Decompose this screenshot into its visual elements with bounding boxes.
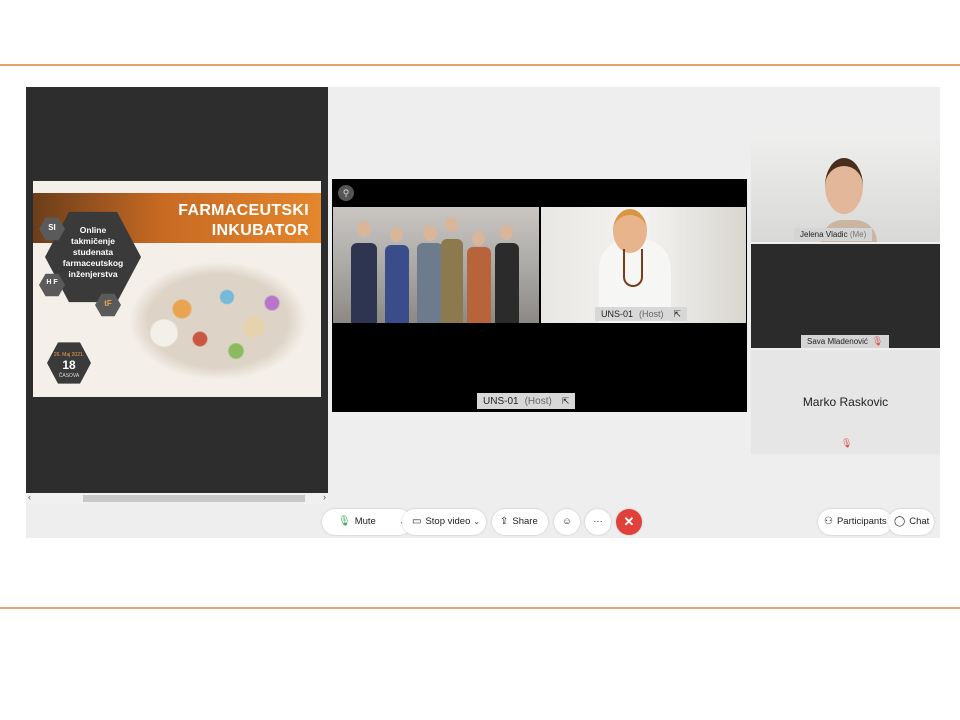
person — [417, 243, 443, 323]
end-call-button[interactable]: ✕ — [616, 509, 642, 535]
chevron-down-icon[interactable]: ⌄ — [473, 509, 480, 535]
logo-tf-text: tF — [104, 299, 112, 308]
more-button[interactable]: ··· — [585, 509, 611, 535]
head — [357, 221, 371, 237]
person — [385, 245, 409, 323]
slide-title: FARMACEUTSKI INKUBATOR — [178, 202, 309, 239]
shared-slide: FARMACEUTSKI INKUBATOR Online takmičenje… — [33, 181, 321, 397]
person — [351, 243, 377, 323]
popout-icon[interactable]: ⇱ — [674, 307, 682, 321]
mic-muted-icon: 🎙 — [871, 336, 884, 346]
head — [500, 225, 513, 240]
scroll-thumb[interactable] — [83, 495, 305, 502]
participant-tile-marko[interactable]: Marko Raskovic 🎙 — [751, 350, 940, 454]
host-video-nametag: UNS-01 (Host) ⇱ — [595, 307, 688, 321]
slide-hexagon-text: Online takmičenje studenata farmaceutsko… — [62, 225, 124, 279]
chat-button[interactable]: ◯ Chat — [888, 509, 934, 535]
scroll-left-icon[interactable]: ‹ — [28, 492, 31, 502]
popout-icon[interactable]: ⇱ — [562, 393, 570, 409]
mic-muted-icon: 🎙 — [841, 438, 853, 448]
microphone-icon: 🎙 — [338, 516, 351, 527]
person — [495, 243, 519, 323]
pills-image — [128, 261, 308, 381]
participant-name: Marko Raskovic — [802, 395, 889, 409]
necklace — [623, 249, 643, 287]
share-button[interactable]: ⇪ Share — [492, 509, 548, 535]
head — [472, 231, 485, 246]
participants-button[interactable]: ⚇ Participants — [818, 509, 892, 535]
horizontal-scrollbar[interactable]: ‹ › — [26, 492, 328, 504]
participant-tile-sava[interactable]: Sava Mladenović 🎙 — [751, 244, 940, 348]
date-number: 18 — [62, 358, 76, 372]
smiley-icon: ☺ — [562, 516, 572, 527]
participant-label: Jelena Vladic (Me) — [794, 228, 873, 241]
scroll-right-icon[interactable]: › — [323, 492, 326, 502]
pin-icon[interactable]: ⚲ — [338, 185, 354, 201]
meeting-controls: 🎙Mute ⌄ ▭Stop video ⌄ ⇪Share ☺ ··· ✕ ⚇Pa… — [26, 507, 940, 538]
logo-si-text: SI — [48, 223, 56, 232]
group-video[interactable] — [333, 207, 539, 323]
reactions-button[interactable]: ☺ — [554, 509, 580, 535]
share-icon: ⇪ — [500, 516, 509, 527]
head — [390, 227, 403, 242]
person — [441, 239, 463, 323]
bottom-rule — [0, 607, 960, 609]
date-label: ČASOVA — [58, 373, 80, 379]
stage-nametag: UNS-01 (Host) ⇱ — [477, 393, 576, 409]
meeting-window: FARMACEUTSKI INKUBATOR Online takmičenje… — [26, 87, 940, 538]
head — [423, 225, 437, 241]
host-head — [613, 209, 647, 253]
top-rule — [0, 64, 960, 66]
stop-video-button[interactable]: ▭ Stop video ⌄ — [402, 509, 486, 535]
head — [445, 217, 458, 232]
participant-label: Sava Mladenović 🎙 — [801, 335, 890, 348]
host-video[interactable]: UNS-01 (Host) ⇱ — [541, 207, 746, 323]
participant-tile-jelena[interactable]: Jelena Vladic (Me) — [751, 136, 940, 242]
logo-hf-text: H F — [46, 279, 58, 286]
video-camera-icon: ▭ — [412, 516, 422, 527]
participant-head — [825, 158, 863, 214]
person-icon: ⚇ — [824, 516, 833, 527]
chat-icon: ◯ — [894, 516, 906, 527]
person — [467, 247, 491, 323]
shared-content-panel[interactable]: FARMACEUTSKI INKUBATOR Online takmičenje… — [26, 87, 328, 504]
mute-button[interactable]: 🎙Mute ⌄ — [322, 509, 412, 535]
stage-video[interactable]: ⚲ UNS-01 (Host) ⇱ UNS-01 (Host) ⇱ — [332, 179, 747, 412]
